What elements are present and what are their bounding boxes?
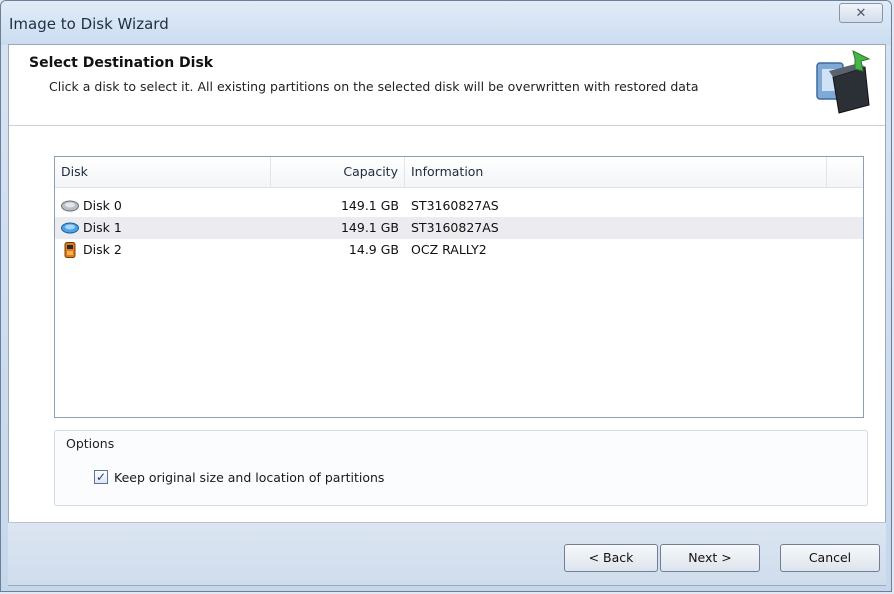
disk-information: ST3160827AS <box>411 220 499 235</box>
column-header-disk[interactable]: Disk <box>55 157 271 187</box>
page-header: Select Destination Disk Click a disk to … <box>9 45 885 126</box>
disk-row-0[interactable]: Disk 0 149.1 GB ST3160827AS <box>55 195 863 217</box>
close-icon: ✕ <box>855 5 867 21</box>
usb-drive-icon <box>64 242 76 258</box>
close-button[interactable]: ✕ <box>839 3 883 23</box>
disk-row-1[interactable]: Disk 1 149.1 GB ST3160827AS <box>55 217 863 239</box>
page-subtitle: Click a disk to select it. All existing … <box>49 79 699 94</box>
disk-list[interactable]: Disk Capacity Information Disk 0 149.1 G… <box>54 156 864 418</box>
checkmark-icon: ✓ <box>95 470 107 484</box>
hard-disk-icon <box>61 200 79 212</box>
disk-name: Disk 2 <box>83 242 122 257</box>
button-bar: < Back Next > Cancel <box>8 522 886 585</box>
disk-capacity: 149.1 GB <box>340 198 399 213</box>
title-bar: Image to Disk Wizard ✕ <box>1 1 891 45</box>
column-header-information[interactable]: Information <box>405 157 827 187</box>
disk-information: ST3160827AS <box>411 198 499 213</box>
disk-capacity: 14.9 GB <box>348 242 399 257</box>
keep-partitions-checkbox[interactable]: ✓ <box>94 470 108 484</box>
options-group <box>54 430 868 506</box>
disk-name: Disk 1 <box>83 220 122 235</box>
disk-wizard-icon <box>816 50 871 114</box>
disk-information: OCZ RALLY2 <box>411 242 487 257</box>
column-header-filler <box>827 157 863 187</box>
next-button[interactable]: Next > <box>660 544 760 572</box>
disk-name: Disk 0 <box>83 198 122 213</box>
page-title: Select Destination Disk <box>29 55 214 71</box>
back-button[interactable]: < Back <box>564 544 658 572</box>
cancel-button[interactable]: Cancel <box>780 544 880 572</box>
disk-capacity: 149.1 GB <box>340 220 399 235</box>
window-title: Image to Disk Wizard <box>9 15 169 33</box>
options-group-label: Options <box>66 436 115 451</box>
hard-disk-icon <box>61 222 79 234</box>
disk-list-header: Disk Capacity Information <box>55 157 863 188</box>
disk-row-2[interactable]: Disk 2 14.9 GB OCZ RALLY2 <box>55 239 863 261</box>
column-header-capacity[interactable]: Capacity <box>271 157 405 187</box>
keep-partitions-label[interactable]: Keep original size and location of parti… <box>114 470 384 485</box>
